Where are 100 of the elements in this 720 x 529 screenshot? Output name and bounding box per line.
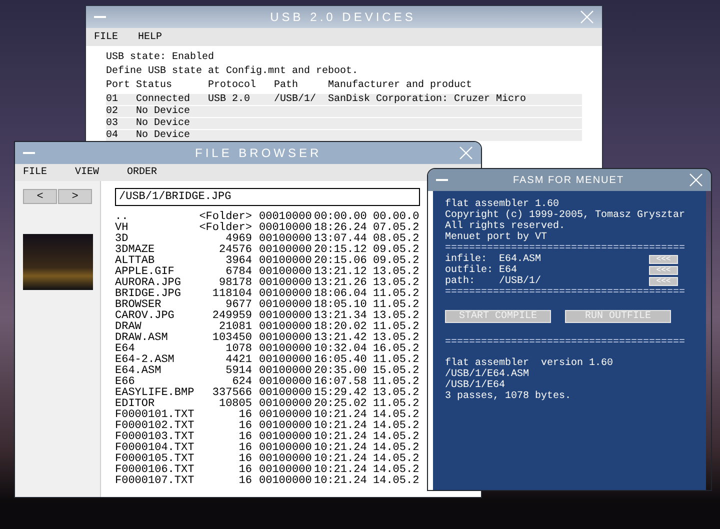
file-time: 18:20.02 <box>314 322 368 333</box>
output-text: Copyright (c) 1999-2005, Tomasz Grysztar <box>445 210 686 221</box>
file-time: 16:07.58 <box>314 377 368 388</box>
file-name[interactable]: F0000106.TXT <box>115 465 195 476</box>
output-text: /USB/1/E64 <box>445 380 506 391</box>
field-label: outfile: <box>445 265 494 276</box>
file-date: 09.05.2 <box>373 256 420 267</box>
file-name[interactable]: E64 <box>115 344 195 355</box>
file-time: 10:21.24 <box>314 465 368 476</box>
close-icon[interactable] <box>689 173 703 187</box>
output-text: flat assembler 1.60 <box>445 199 560 210</box>
file-size: 16 <box>238 476 252 487</box>
file-date: 14.05.2 <box>373 454 420 465</box>
window-title: FILE BROWSER <box>195 145 322 162</box>
back-button[interactable]: < <box>23 189 57 204</box>
file-attributes: 00100000 <box>258 344 311 355</box>
file-date: 00.00.0 <box>373 212 420 223</box>
file-date: 11.05.2 <box>373 300 420 311</box>
file-attributes: 00010000 <box>258 223 311 234</box>
menu-item[interactable]: FILE <box>94 30 118 44</box>
file-size: 24576 <box>218 245 252 256</box>
file-time: 20:15.12 <box>314 245 368 256</box>
file-name[interactable]: APPLE.GIF <box>115 267 195 278</box>
file-name[interactable]: DRAW <box>115 322 195 333</box>
file-time: 13:07.44 <box>314 234 368 245</box>
file-date: 13.05.2 <box>373 267 420 278</box>
file-size: 98178 <box>218 278 252 289</box>
file-name[interactable]: E66 <box>115 377 195 388</box>
file-time: 13:21.42 <box>314 333 368 344</box>
file-date: 13.05.2 <box>373 333 420 344</box>
field-value: E64 <box>499 265 518 276</box>
file-name[interactable]: F0000105.TXT <box>115 454 195 465</box>
file-name[interactable]: EDITOR <box>115 399 195 410</box>
file-size: 6784 <box>226 267 252 278</box>
close-icon[interactable] <box>580 10 594 24</box>
file-name[interactable]: CAROV.JPG <box>115 311 195 322</box>
file-size: 9677 <box>226 300 252 311</box>
file-name[interactable]: F0000102.TXT <box>115 421 195 432</box>
table-cell-text: /USB/1/ <box>274 94 318 105</box>
file-name[interactable]: BRIDGE.JPG <box>115 289 195 300</box>
file-attributes: 00010000 <box>258 212 311 223</box>
file-date: 13.05.2 <box>373 311 420 322</box>
file-name[interactable]: E64.ASM <box>115 366 195 377</box>
menu-item[interactable]: ORDER <box>127 165 158 180</box>
status-text: USB state: Enabled <box>106 52 216 64</box>
field-label: path: <box>445 276 476 287</box>
table-cell-text: SanDisk Corporation: Cruzer Micro <box>328 94 528 105</box>
field-value: E64.ASM <box>499 254 542 265</box>
menu-item[interactable]: VIEW <box>75 165 100 180</box>
path-field[interactable]: /USB/1/BRIDGE.JPG <box>115 188 420 206</box>
file-attributes: 00100000 <box>258 256 311 267</box>
file-attributes: 00100000 <box>258 410 311 421</box>
file-attributes: 00100000 <box>258 267 311 278</box>
table-cell-text: 01 <box>106 94 120 105</box>
file-name[interactable]: F0000107.TXT <box>115 476 195 487</box>
file-time: 10:21.24 <box>314 476 368 487</box>
file-size: 1078 <box>224 344 252 355</box>
file-time: 10:32.04 <box>314 344 368 355</box>
file-size: 10805 <box>218 399 252 410</box>
file-size: 624 <box>232 377 252 388</box>
file-name[interactable]: 3D <box>115 234 195 245</box>
file-name[interactable]: F0000103.TXT <box>115 432 195 443</box>
file-attributes: 00100000 <box>258 366 311 377</box>
file-time: 15:29.42 <box>314 388 368 399</box>
file-attributes: 00100000 <box>258 465 311 476</box>
file-name[interactable]: F0000104.TXT <box>115 443 195 454</box>
file-attributes: 00100000 <box>258 443 311 454</box>
file-date: 14.05.2 <box>373 432 420 443</box>
file-time: 13:21.26 <box>314 278 368 289</box>
close-icon[interactable] <box>459 146 473 160</box>
file-name[interactable]: DRAW.ASM <box>115 333 195 344</box>
file-size: 21081 <box>218 322 252 333</box>
file-time: 10:21.24 <box>314 421 368 432</box>
output-text: Menuet port by VT <box>445 232 548 243</box>
menu-item[interactable]: FILE <box>23 165 48 180</box>
file-name[interactable]: AURORA.JPG <box>115 278 195 289</box>
file-attributes: 00100000 <box>258 322 311 333</box>
file-date: 07.05.2 <box>373 223 420 234</box>
file-date: 11.05.2 <box>373 355 420 366</box>
file-date: 11.05.2 <box>373 377 420 388</box>
file-size: <Folder> <box>198 212 252 223</box>
file-name[interactable]: F0000101.TXT <box>115 410 195 421</box>
menu-item[interactable]: HELP <box>138 30 162 44</box>
file-name[interactable]: BROWSER <box>115 300 195 311</box>
file-name[interactable]: VH <box>115 223 195 234</box>
file-time: 20:25.02 <box>314 399 368 410</box>
column-header: Port <box>106 80 132 92</box>
table-cell-text: 04 <box>106 130 120 141</box>
file-name[interactable]: 3DMAZE <box>115 245 195 256</box>
file-size: 16 <box>238 454 252 465</box>
file-size: 4421 <box>224 355 252 366</box>
file-name[interactable]: ALTTAB <box>115 256 195 267</box>
file-name[interactable]: E64-2.ASM <box>115 355 195 366</box>
forward-button[interactable]: > <box>58 189 92 204</box>
column-header: Path <box>274 80 300 92</box>
file-name[interactable]: .. <box>115 212 195 223</box>
hint-text: Define USB state at Config.mnt and reboot. <box>106 66 360 78</box>
table-cell-text: USB 2.0 <box>208 94 252 105</box>
output-text: flat assembler version 1.60 <box>445 358 614 369</box>
file-name[interactable]: EASYLIFE.BMP <box>115 388 195 399</box>
